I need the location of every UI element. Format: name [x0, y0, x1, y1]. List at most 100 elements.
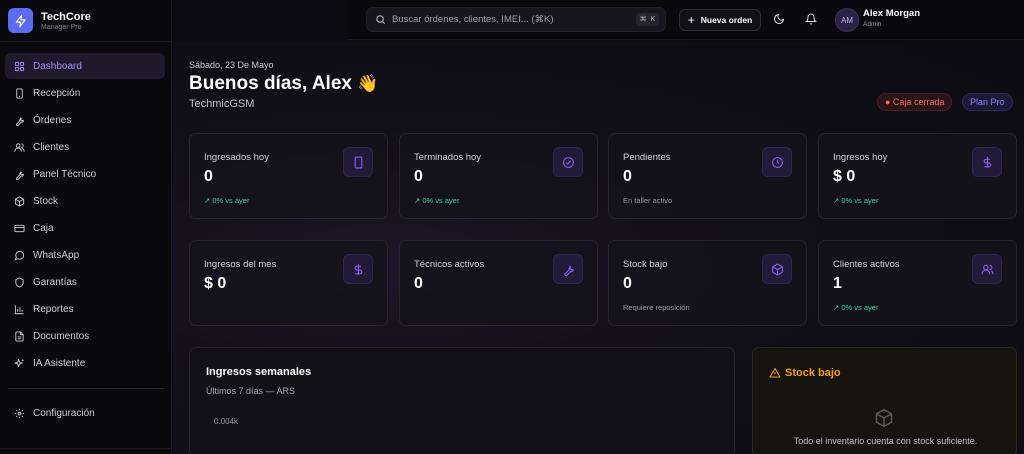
sidebar-item-panel-tecnico[interactable]: Panel Técnico	[5, 161, 165, 187]
stat-value: 1	[833, 275, 842, 292]
sidebar-item-label: IA Asistente	[33, 357, 86, 369]
stat-trend: ↗ 0% vs ayer	[414, 196, 460, 205]
sidebar-item-configuracion[interactable]: Configuración	[5, 400, 165, 426]
dollar-icon	[972, 147, 1002, 177]
sidebar-item-ia-asistente[interactable]: IA Asistente	[5, 350, 165, 376]
sidebar-item-label: Clientes	[33, 141, 70, 153]
sidebar: TechCore Manager Pro Dashboard Recepción…	[0, 0, 172, 454]
sidebar-item-label: Configuración	[33, 407, 95, 419]
new-order-label: Nueva orden	[700, 15, 753, 25]
brand[interactable]: TechCore Manager Pro	[0, 0, 171, 42]
stat-value: $ 0	[833, 168, 856, 185]
weekly-income-title: Ingresos semanales	[206, 366, 312, 378]
gear-icon	[14, 408, 25, 418]
stat-card-tecnicos-activos[interactable]: Técnicos activos 0	[399, 240, 598, 326]
check-circle-icon	[553, 147, 583, 177]
sidebar-item-garantias[interactable]: Garantías	[5, 269, 165, 295]
wave-emoji: 👋	[357, 74, 379, 93]
low-stock-empty-message: Todo el inventario cuenta con stock sufi…	[793, 436, 978, 446]
theme-toggle-button[interactable]	[772, 12, 786, 26]
sidebar-item-label: Dashboard	[33, 60, 82, 72]
current-date: Sábado, 23 De Mayo	[189, 60, 274, 70]
document-icon	[15, 330, 24, 342]
warning-icon	[769, 367, 781, 378]
stat-sub: En taller activo	[623, 196, 673, 205]
stat-trend: ↗ 0% vs ayer	[833, 196, 879, 205]
stat-value: 0	[623, 275, 632, 292]
stat-value: $ 0	[204, 275, 227, 292]
sidebar-item-label: Órdenes	[33, 114, 72, 126]
stat-card-ingresados-hoy[interactable]: Ingresados hoy 0 ↗ 0% vs ayer	[189, 133, 388, 219]
plus-icon: +	[687, 13, 695, 27]
sidebar-item-label: Garantías	[33, 276, 77, 288]
stat-sub: Requiere reposición	[623, 303, 690, 312]
stat-value: 0	[623, 168, 632, 185]
sidebar-item-caja[interactable]: Caja	[5, 215, 165, 241]
new-order-button[interactable]: + Nueva orden	[679, 9, 761, 31]
cash-status-badge[interactable]: ● Caja cerrada	[877, 93, 953, 111]
users-icon	[14, 142, 25, 152]
sidebar-item-recepcion[interactable]: Recepción	[5, 80, 165, 106]
stat-label: Ingresos hoy	[833, 152, 888, 163]
wrench-icon	[16, 116, 25, 126]
stat-card-stock-bajo[interactable]: Stock bajo 0 Requiere reposición	[608, 240, 807, 326]
topbar: ⌘ K + Nueva orden AM Alex Morgan Admin	[348, 0, 1024, 40]
wallet-icon	[14, 224, 25, 232]
wrench-icon	[16, 170, 25, 180]
sidebar-item-label: Reportes	[33, 303, 74, 315]
phone-icon	[16, 87, 23, 99]
user-name[interactable]: Alex Morgan	[863, 8, 920, 19]
stat-value: 0	[414, 168, 423, 185]
y-axis-tick: 0.004k	[214, 417, 239, 426]
stat-value: 0	[204, 168, 213, 185]
sidebar-item-clientes[interactable]: Clientes	[5, 134, 165, 160]
shield-icon	[15, 276, 24, 288]
lightning-logo-icon	[8, 8, 33, 33]
notifications-button[interactable]	[804, 12, 818, 26]
stat-label: Stock bajo	[623, 259, 668, 270]
sidebar-item-documentos[interactable]: Documentos	[5, 323, 165, 349]
sidebar-item-dashboard[interactable]: Dashboard	[5, 53, 165, 79]
bar-chart-icon	[14, 304, 24, 314]
low-stock-title: Stock bajo	[785, 367, 841, 379]
search-box[interactable]: ⌘ K	[366, 7, 666, 32]
brand-name: TechCore	[41, 10, 91, 23]
stat-card-ingresos-mes[interactable]: Ingresos del mes $ 0	[189, 240, 388, 326]
sidebar-item-label: Recepción	[33, 87, 81, 99]
sidebar-footer-divider	[0, 448, 172, 449]
stat-card-ingresos-hoy[interactable]: Ingresos hoy $ 0 ↗ 0% vs ayer	[818, 133, 1017, 219]
weekly-income-subtitle: Últimos 7 días — ARS	[206, 386, 296, 396]
sidebar-item-label: WhatsApp	[33, 249, 80, 261]
dashboard-main: Sábado, 23 De Mayo Buenos días, Alex 👋 T…	[172, 42, 1024, 454]
stat-label: Terminados hoy	[414, 152, 482, 163]
phone-icon	[343, 147, 373, 177]
sidebar-item-stock[interactable]: Stock	[5, 188, 165, 214]
user-role: Admin	[863, 21, 882, 28]
greeting-text: Buenos días, Alex	[189, 73, 352, 94]
stat-card-pendientes[interactable]: Pendientes 0 En taller activo	[608, 133, 807, 219]
shop-name: TechmicGSM	[189, 98, 255, 110]
moon-icon	[774, 13, 785, 24]
box-icon	[14, 195, 25, 207]
low-stock-panel: Stock bajo Todo el inventario cuenta con…	[752, 347, 1017, 454]
stat-card-clientes-activos[interactable]: Clientes activos 1 ↗ 0% vs ayer	[818, 240, 1017, 326]
stat-label: Ingresos del mes	[204, 259, 277, 270]
dashboard-icon	[14, 61, 25, 71]
sidebar-item-whatsapp[interactable]: WhatsApp	[5, 242, 165, 268]
sidebar-divider	[8, 388, 164, 389]
plan-badge[interactable]: Plan Pro	[962, 93, 1013, 111]
stat-card-terminados-hoy[interactable]: Terminados hoy 0 ↗ 0% vs ayer	[399, 133, 598, 219]
search-icon	[376, 15, 386, 25]
sidebar-item-label: Documentos	[33, 330, 90, 342]
avatar[interactable]: AM	[835, 8, 859, 32]
chat-icon	[14, 250, 25, 260]
clock-icon	[762, 147, 792, 177]
search-input[interactable]	[392, 14, 632, 25]
box-icon	[875, 408, 893, 428]
sidebar-item-ordenes[interactable]: Órdenes	[5, 107, 165, 133]
stat-label: Ingresados hoy	[204, 152, 269, 163]
shortcut-hint: ⌘ K	[635, 13, 659, 26]
sidebar-item-label: Stock	[33, 195, 59, 207]
sidebar-item-reportes[interactable]: Reportes	[5, 296, 165, 322]
page-title: Buenos días, Alex 👋	[189, 73, 378, 95]
